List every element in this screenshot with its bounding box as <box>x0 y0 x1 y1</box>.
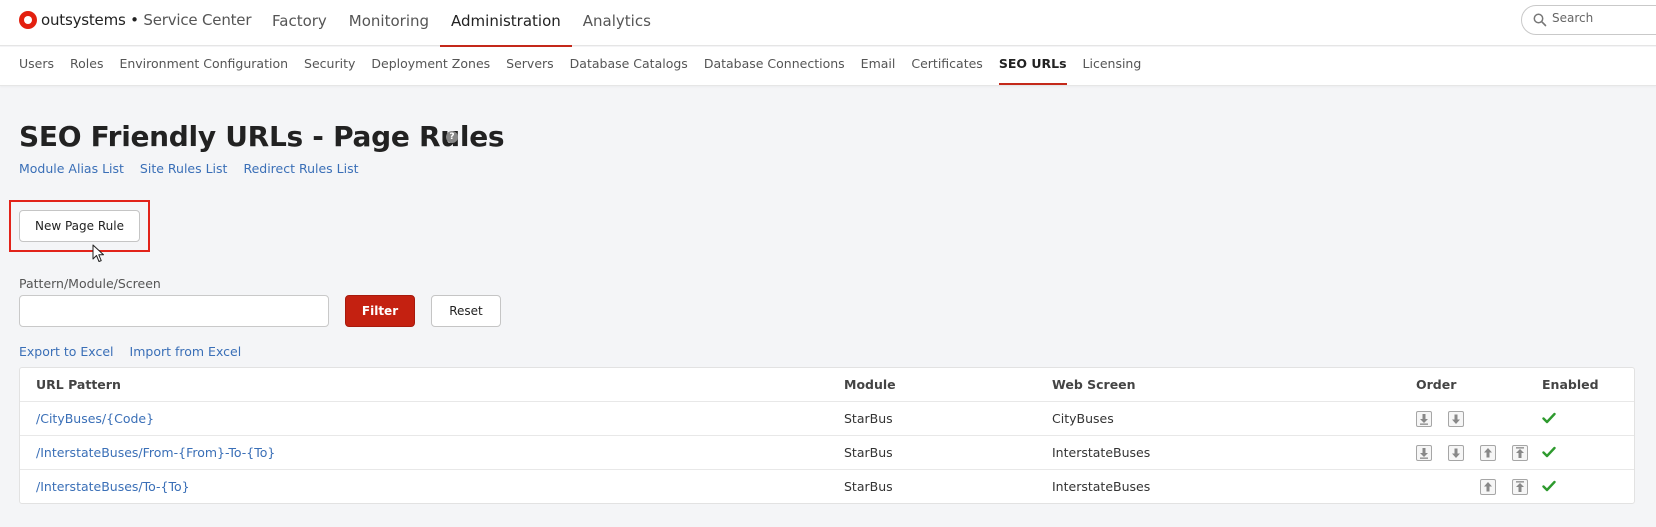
link-redirect-rules-list[interactable]: Redirect Rules List <box>243 161 358 176</box>
header-web-screen[interactable]: Web Screen <box>1052 368 1136 402</box>
move-up-icon <box>1484 448 1492 458</box>
move-to-bottom-button[interactable] <box>1416 445 1432 461</box>
move-to-top-icon <box>1516 481 1524 492</box>
web-screen-cell: InterstateBuses <box>1052 445 1151 460</box>
outsystems-logo-icon <box>19 11 37 29</box>
product-name: Service Center <box>143 11 252 29</box>
link-module-alias-list[interactable]: Module Alias List <box>19 161 124 176</box>
subnav-item-environment-configuration[interactable]: Environment Configuration <box>111 47 296 86</box>
table-row: /InterstateBuses/From-{From}-To-{To} Sta… <box>20 436 1634 470</box>
table-row: /InterstateBuses/To-{To} StarBus Interst… <box>20 470 1634 504</box>
move-up-button[interactable] <box>1480 479 1496 495</box>
header-url-pattern[interactable]: URL Pattern <box>36 368 121 402</box>
move-to-bottom-icon <box>1420 448 1428 459</box>
excel-links: Export to Excel Import from Excel <box>19 344 241 359</box>
table-header-row: URL Pattern Module Web Screen Order Enab… <box>20 368 1634 402</box>
subnav-item-certificates[interactable]: Certificates <box>903 47 990 86</box>
header-order: Order <box>1416 377 1457 392</box>
brand-separator: • <box>125 11 144 29</box>
reset-button[interactable]: Reset <box>431 295 501 327</box>
url-pattern-link[interactable]: /InterstateBuses/To-{To} <box>36 479 190 494</box>
url-pattern-link[interactable]: /InterstateBuses/From-{From}-To-{To} <box>36 445 275 460</box>
move-to-top-button[interactable] <box>1512 479 1528 495</box>
move-down-button[interactable] <box>1448 411 1464 427</box>
new-page-rule-button[interactable]: New Page Rule <box>19 210 140 242</box>
subnav-item-licensing[interactable]: Licensing <box>1075 47 1150 86</box>
web-screen-cell: CityBuses <box>1052 411 1114 426</box>
header-enabled[interactable]: Enabled <box>1542 368 1599 402</box>
search-box[interactable] <box>1521 5 1656 35</box>
subnav-item-servers[interactable]: Servers <box>498 47 562 86</box>
subnav-item-deployment-zones[interactable]: Deployment Zones <box>363 47 498 86</box>
subnav-item-email[interactable]: Email <box>853 47 904 86</box>
top-bar: outsystems • Service Center Factory Moni… <box>0 0 1656 47</box>
header-module[interactable]: Module <box>844 368 896 402</box>
subnav-item-database-connections[interactable]: Database Connections <box>696 47 853 86</box>
url-pattern-link[interactable]: /CityBuses/{Code} <box>36 411 154 426</box>
enabled-check-icon <box>1542 412 1556 424</box>
move-to-bottom-button[interactable] <box>1416 411 1432 427</box>
move-to-top-icon <box>1516 447 1524 458</box>
main-nav-factory[interactable]: Factory <box>261 0 338 46</box>
enabled-check-icon <box>1542 480 1556 492</box>
subnav-item-security[interactable]: Security <box>296 47 363 86</box>
move-down-button[interactable] <box>1448 445 1464 461</box>
module-cell: StarBus <box>844 411 893 426</box>
enabled-check-icon <box>1542 446 1556 458</box>
move-down-icon <box>1452 414 1460 424</box>
page-rules-table: URL Pattern Module Web Screen Order Enab… <box>19 367 1635 504</box>
mouse-cursor-icon <box>92 244 104 262</box>
main-nav-analytics[interactable]: Analytics <box>572 0 662 46</box>
main-nav-administration[interactable]: Administration <box>440 0 572 47</box>
link-site-rules-list[interactable]: Site Rules List <box>140 161 228 176</box>
subnav-item-users[interactable]: Users <box>11 47 62 86</box>
filter-label: Pattern/Module/Screen <box>19 276 161 291</box>
table-row: /CityBuses/{Code} StarBus CityBuses <box>20 402 1634 436</box>
import-from-excel-link[interactable]: Import from Excel <box>130 344 242 359</box>
export-to-excel-link[interactable]: Export to Excel <box>19 344 114 359</box>
move-to-top-button[interactable] <box>1512 445 1528 461</box>
page-title: SEO Friendly URLs - Page Rules <box>19 120 505 153</box>
module-cell: StarBus <box>844 445 893 460</box>
move-up-button[interactable] <box>1480 445 1496 461</box>
pattern-filter-input[interactable] <box>19 295 329 327</box>
sub-nav: Users Roles Environment Configuration Se… <box>0 47 1656 86</box>
move-up-icon <box>1484 482 1492 492</box>
search-icon <box>1533 13 1547 27</box>
search-input[interactable] <box>1552 11 1656 25</box>
move-down-icon <box>1452 448 1460 458</box>
move-to-bottom-icon <box>1420 414 1428 425</box>
web-screen-cell: InterstateBuses <box>1052 479 1151 494</box>
subnav-item-database-catalogs[interactable]: Database Catalogs <box>562 47 696 86</box>
outsystems-logo[interactable]: outsystems • Service Center <box>19 10 252 30</box>
filter-button[interactable]: Filter <box>345 295 415 327</box>
page-links: Module Alias List Site Rules List Redire… <box>19 161 359 176</box>
help-icon[interactable]: ? <box>446 131 458 143</box>
main-nav-monitoring[interactable]: Monitoring <box>338 0 440 46</box>
module-cell: StarBus <box>844 479 893 494</box>
main-nav: Factory Monitoring Administration Analyt… <box>261 0 662 47</box>
subnav-item-roles[interactable]: Roles <box>62 47 111 86</box>
brand-name: outsystems <box>41 11 126 29</box>
subnav-item-seo-urls[interactable]: SEO URLs <box>991 47 1075 86</box>
